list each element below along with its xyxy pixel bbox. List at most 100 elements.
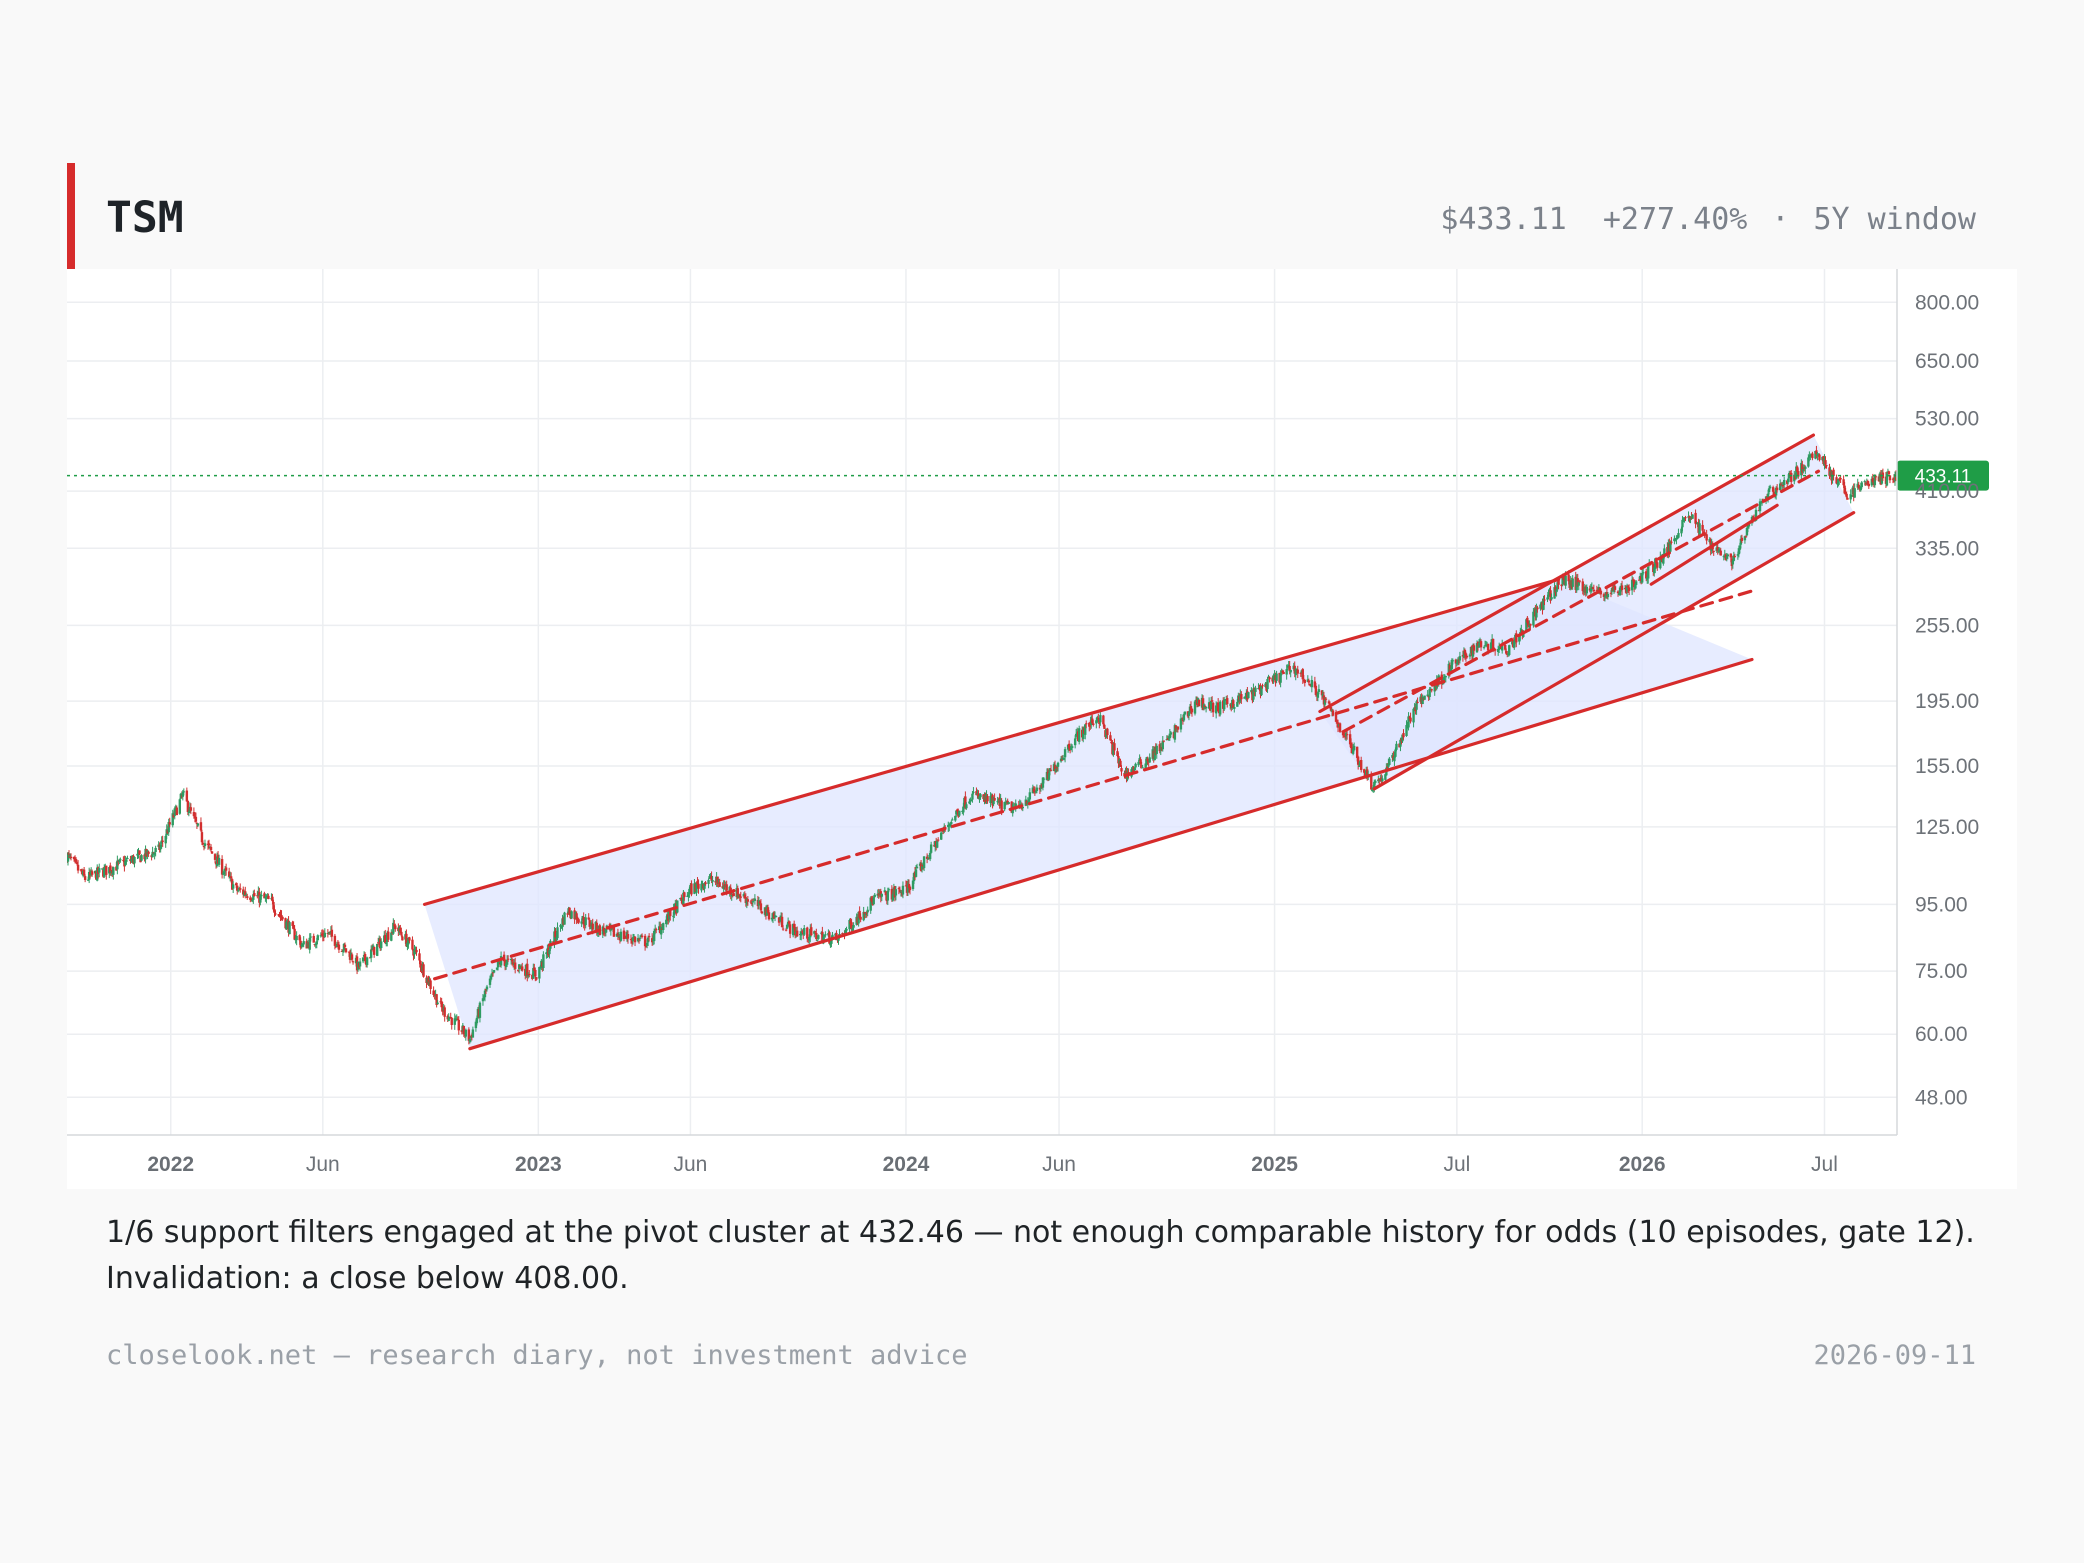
candle-body [1634, 581, 1638, 585]
candle-body [1811, 453, 1814, 459]
candle-body [209, 846, 213, 851]
candle-body [1818, 454, 1821, 461]
candle-body [1458, 656, 1462, 661]
y-tick-label: 195.00 [1915, 690, 1979, 713]
candle-body [207, 843, 211, 846]
candle-body [979, 794, 982, 798]
candle-body [229, 876, 233, 879]
candle-body [1077, 728, 1081, 742]
candle-body [1486, 643, 1490, 651]
candle-body [400, 931, 403, 936]
candle-body [1867, 483, 1870, 487]
candle-body [161, 840, 164, 842]
candle-body [759, 903, 763, 911]
candle-body [140, 855, 143, 861]
candle-body [1740, 537, 1744, 541]
x-tick-label: 2026 [1619, 1153, 1666, 1176]
price-chart[interactable]: 433.11 48.00 60.00 75.00 95.00 125.00 155.00 1… [67, 269, 2017, 1189]
candle-body [1073, 738, 1077, 746]
candle-body [253, 893, 256, 897]
candle-body [210, 851, 214, 854]
candle-body [886, 891, 890, 901]
candle-body [316, 935, 319, 941]
x-tick-label: 2022 [147, 1153, 194, 1176]
candle-body [1042, 778, 1046, 780]
candle-body [436, 1002, 439, 1005]
candle-body [1536, 607, 1539, 610]
candle-body [112, 867, 115, 875]
candle-body [535, 977, 538, 980]
candle-body [281, 916, 284, 920]
candle-body [380, 941, 383, 949]
candle-body [711, 880, 714, 882]
candle-body [971, 793, 974, 800]
candle-body [105, 865, 108, 875]
candle-body [1564, 575, 1567, 586]
candle-body [175, 807, 178, 816]
candle-body [873, 894, 876, 897]
chart-axes: 48.00 60.00 75.00 95.00 125.00 155.00 195.00 25… [67, 269, 1979, 1176]
candle-body [1204, 706, 1208, 709]
x-tick-label: Jun [306, 1153, 340, 1176]
candle-body [577, 919, 580, 923]
candle-body [1226, 698, 1229, 705]
footer-date: 2026-09-11 [1813, 1340, 1976, 1371]
candle-body [133, 856, 136, 864]
candle-body [1197, 699, 1201, 707]
candle-body [76, 864, 80, 871]
candle-body [1268, 677, 1271, 680]
candle-body [147, 851, 150, 854]
quote-summary: $433.11 +277.40% · 5Y window [1440, 200, 1976, 240]
last-price-marker: 433.11 [67, 460, 1989, 491]
candle-body [1307, 680, 1311, 683]
candle-body [950, 821, 953, 824]
channel-mid-line [433, 589, 1754, 981]
candle-body [1606, 594, 1610, 598]
candle-body [1190, 708, 1194, 713]
y-tick-label: 335.00 [1915, 537, 1979, 560]
candle-body [751, 901, 755, 903]
candle-body [1874, 476, 1878, 478]
candle-body [1571, 578, 1574, 587]
candle-body [638, 937, 642, 939]
candle-body [1261, 685, 1264, 687]
candle-body [189, 807, 193, 811]
candle-body [542, 954, 545, 969]
candle-body [1338, 723, 1342, 732]
candle-body [915, 866, 919, 869]
candle-body [267, 895, 270, 900]
candle-body [767, 912, 771, 920]
candle-body [98, 868, 101, 873]
chart-svg[interactable]: 433.11 48.00 60.00 75.00 95.00 125.00 155.00 1… [67, 269, 2017, 1189]
candle-body [852, 925, 855, 928]
candle-body [935, 841, 939, 848]
candle-body [69, 856, 73, 859]
candle-body [350, 954, 354, 960]
candle-body [224, 867, 228, 871]
candle-body [1670, 541, 1673, 543]
candle-body [1782, 479, 1786, 486]
candle-body [1804, 466, 1807, 469]
candle-body [707, 879, 710, 884]
y-tick-label: 48.00 [1915, 1086, 1968, 1109]
candle-body [411, 939, 414, 950]
candle-body [1324, 698, 1328, 700]
candle-body [1839, 478, 1842, 480]
candle-body [690, 883, 693, 895]
candle-body [274, 913, 277, 915]
candle-body [358, 961, 362, 967]
candle-body [958, 810, 961, 816]
candle-body [880, 893, 883, 897]
candle-body [1176, 726, 1180, 730]
candle-body [810, 927, 813, 936]
candle-body [1113, 743, 1116, 751]
candle-body [746, 899, 750, 902]
candle-body [1719, 550, 1722, 556]
candle-body [936, 839, 940, 841]
candle-body [343, 944, 347, 948]
candle-body [1266, 679, 1269, 690]
candle-body [478, 1002, 482, 1018]
y-tick-label: 530.00 [1915, 408, 1979, 431]
candle-body [1677, 533, 1680, 538]
candle-body [1472, 645, 1476, 651]
